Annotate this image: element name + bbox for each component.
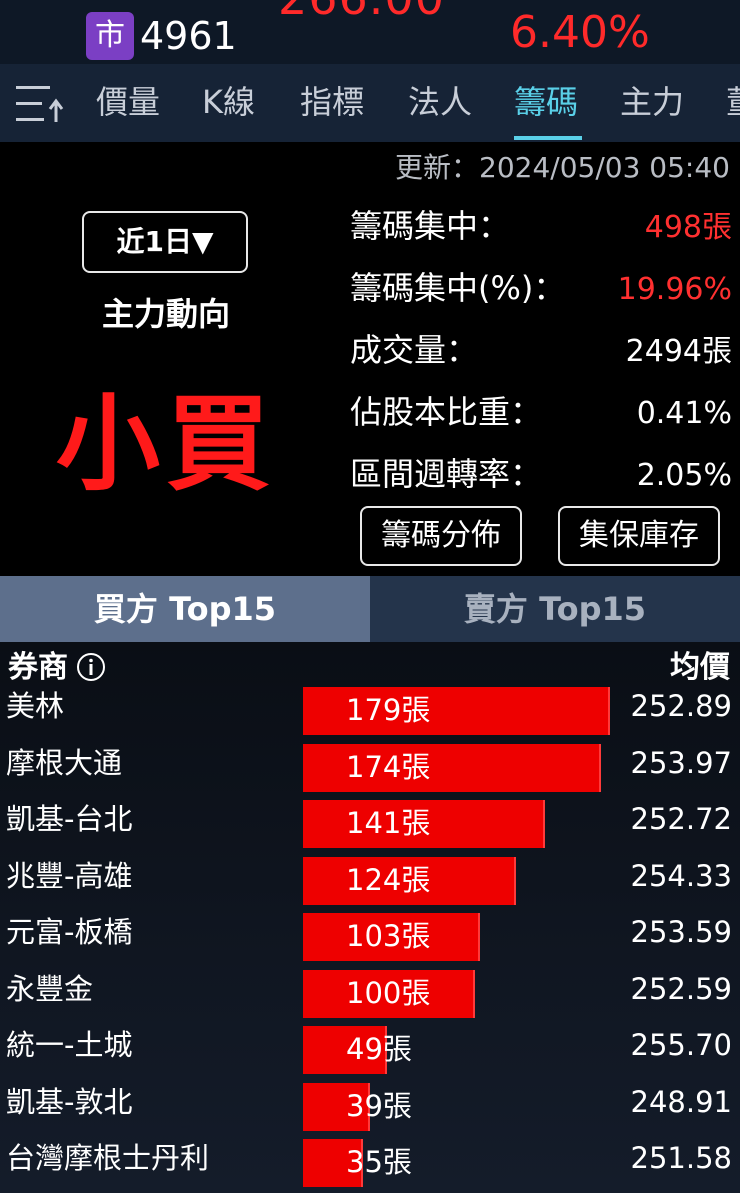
avg-price: 252.89	[630, 689, 732, 723]
tab-main-force[interactable]: 主力	[620, 80, 684, 124]
broker-name[interactable]: 兆豐-高雄	[6, 856, 132, 896]
shares-label: 179張	[346, 693, 431, 727]
stock-price: 266.00	[278, 0, 445, 26]
stat-value-volume: 2494張	[625, 334, 732, 369]
shares-label: 141張	[346, 806, 431, 840]
buy-sell-tabs: 買方 Top15 賣方 Top15	[0, 576, 740, 642]
shares-label: 174張	[346, 749, 431, 784]
custody-inventory-button[interactable]: 集保庫存	[558, 506, 720, 566]
tab-price-volume[interactable]: 價量	[96, 80, 160, 124]
stock-code[interactable]: 4961	[140, 12, 237, 60]
stat-value-capital-ratio: 0.41%	[636, 396, 732, 431]
broker-name[interactable]: 摩根大通	[6, 743, 122, 783]
stat-label-turnover: 區間週轉率：	[350, 455, 543, 493]
shares-label: 35張	[346, 1145, 412, 1179]
avg-price: 248.91	[630, 1084, 732, 1119]
broker-name[interactable]: 凱基-敦北	[6, 1082, 132, 1122]
stat-label-concentration-pct: 籌碼集中(%)：	[350, 269, 566, 307]
stat-label-volume: 成交量：	[350, 331, 479, 369]
stock-header: 市 4961 266.00 6.40%	[0, 0, 740, 64]
avg-price: 253.59	[630, 915, 732, 949]
tab-nav: 價量 K線 指標 法人 籌碼 主力 董	[0, 64, 740, 142]
broker-name[interactable]: 台灣摩根士丹利	[6, 1138, 209, 1178]
tab-indicators[interactable]: 指標	[300, 80, 364, 124]
broker-name[interactable]: 元富-板橋	[6, 912, 132, 952]
stat-value-turnover: 2.05%	[636, 458, 732, 493]
avg-price: 253.97	[630, 745, 732, 780]
broker-name[interactable]: 凱基-台北	[6, 799, 132, 839]
shares-label: 124張	[346, 862, 431, 897]
broker-name[interactable]: 統一-土城	[6, 1025, 132, 1065]
tab-buy-top15[interactable]: 買方 Top15	[0, 576, 370, 642]
tab-institutional[interactable]: 法人	[408, 80, 472, 124]
main-force-verdict: 小買	[55, 383, 276, 505]
chips-summary: 更新：2024/05/03 05:40 近1日▼ 主力動向 小買 籌碼集中： 4…	[0, 142, 740, 576]
active-tab-indicator	[514, 136, 582, 140]
change-percent: 6.40%	[510, 7, 650, 58]
shares-label: 103張	[346, 919, 431, 953]
stat-value-concentration: 498張	[644, 210, 732, 245]
update-time: 更新：2024/05/03 05:40	[395, 151, 730, 184]
tab-sell-top15[interactable]: 賣方 Top15	[370, 576, 740, 642]
tab-chips[interactable]: 籌碼	[514, 80, 578, 124]
avg-price: 252.59	[630, 971, 732, 1006]
info-icon[interactable]	[76, 652, 106, 682]
main-force-label: 主力動向	[101, 295, 230, 333]
tab-directors[interactable]: 董	[726, 80, 740, 124]
shares-label: 100張	[346, 975, 431, 1010]
broker-name[interactable]: 美林	[6, 686, 64, 726]
market-badge: 市	[86, 12, 134, 60]
avg-price: 252.72	[630, 802, 732, 836]
broker-name[interactable]: 永豐金	[6, 969, 93, 1009]
stat-label-capital-ratio: 佔股本比重：	[350, 393, 543, 431]
stat-value-concentration-pct: 19.96%	[617, 272, 732, 307]
column-header-broker: 券商	[8, 650, 68, 685]
tab-kline[interactable]: K線	[202, 80, 255, 124]
avg-price: 255.70	[630, 1028, 732, 1062]
avg-price: 254.33	[630, 858, 732, 893]
chip-distribution-button[interactable]: 籌碼分佈	[360, 506, 522, 566]
column-header-avg-price: 均價	[670, 650, 730, 685]
stat-label-concentration: 籌碼集中：	[350, 207, 511, 245]
broker-table: 券商 均價 美林 179張 252.89 摩根大通 174張 253.97 凱基-台北 141…	[0, 642, 740, 1193]
shares-label: 49張	[346, 1032, 412, 1066]
menu-sort-icon[interactable]	[16, 82, 64, 126]
period-dropdown[interactable]: 近1日▼	[82, 211, 248, 273]
avg-price: 251.58	[630, 1141, 732, 1175]
shares-label: 39張	[346, 1088, 412, 1123]
